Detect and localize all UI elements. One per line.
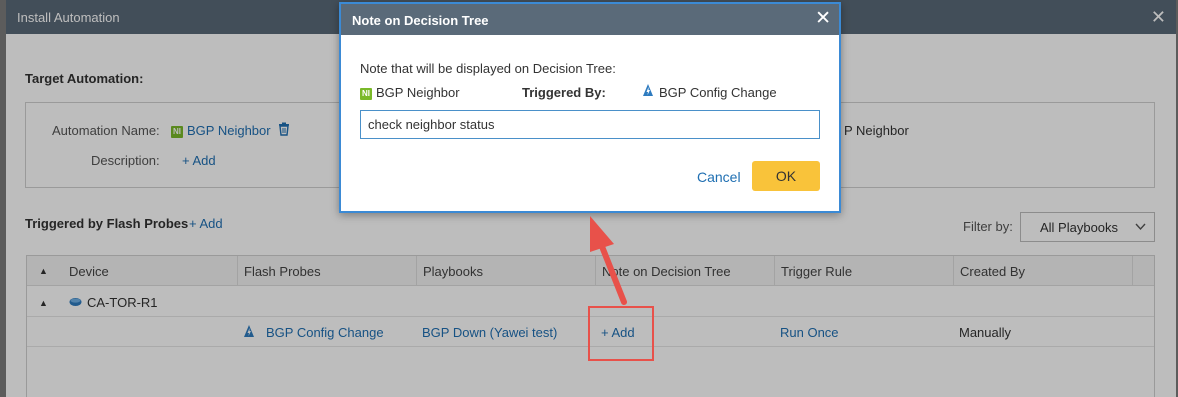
annotation-arrow-icon bbox=[590, 216, 627, 305]
